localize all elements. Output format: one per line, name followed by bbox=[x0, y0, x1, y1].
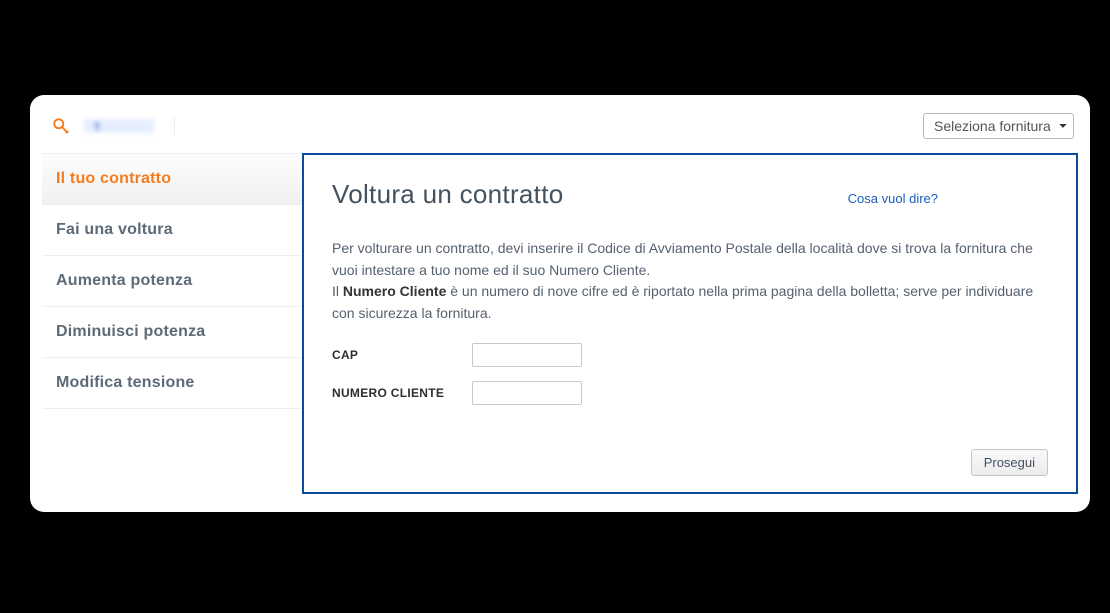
sidebar: Il tuo contratto Fai una voltura Aumenta… bbox=[42, 153, 302, 494]
topbar: 5 Seleziona fornitura bbox=[42, 107, 1078, 153]
continue-button[interactable]: Prosegui bbox=[971, 449, 1048, 476]
help-link[interactable]: Cosa vuol dire? bbox=[848, 191, 938, 206]
numcli-input[interactable] bbox=[472, 381, 582, 405]
sidebar-item-label: Fai una voltura bbox=[56, 221, 173, 238]
sidebar-item-label: Modifica tensione bbox=[56, 374, 195, 391]
panel-footer: Prosegui bbox=[332, 419, 1048, 476]
intro-part2a: Il bbox=[332, 283, 343, 299]
sidebar-item-decrease-power[interactable]: Diminuisci potenza bbox=[42, 307, 302, 358]
panel-header: Voltura un contratto Cosa vuol dire? bbox=[332, 179, 1048, 210]
customer-ref-badge: 5 bbox=[84, 119, 154, 133]
panel-title: Voltura un contratto bbox=[332, 179, 563, 210]
main-layout: Il tuo contratto Fai una voltura Aumenta… bbox=[42, 153, 1078, 494]
cap-input[interactable] bbox=[472, 343, 582, 367]
intro-bold: Numero Cliente bbox=[343, 283, 446, 299]
numcli-label: NUMERO CLIENTE bbox=[332, 386, 472, 400]
sidebar-item-label: Diminuisci potenza bbox=[56, 323, 205, 340]
sidebar-item-increase-power[interactable]: Aumenta potenza bbox=[42, 256, 302, 307]
cap-label: CAP bbox=[332, 348, 472, 362]
app-frame: 5 Seleziona fornitura Il tuo contratto F… bbox=[30, 95, 1090, 512]
sidebar-item-modify-voltage[interactable]: Modifica tensione bbox=[42, 358, 302, 409]
intro-part1: Per volturare un contratto, devi inserir… bbox=[332, 240, 1033, 278]
sidebar-item-label: Il tuo contratto bbox=[56, 170, 171, 187]
topbar-left: 5 bbox=[46, 117, 175, 135]
search-brand-icon bbox=[52, 117, 70, 135]
sidebar-item-voltura[interactable]: Fai una voltura bbox=[42, 205, 302, 256]
sidebar-item-label: Aumenta potenza bbox=[56, 272, 192, 289]
form-row-cap: CAP bbox=[332, 343, 1048, 367]
sidebar-item-contract[interactable]: Il tuo contratto bbox=[42, 153, 302, 205]
main-panel: Voltura un contratto Cosa vuol dire? Per… bbox=[302, 153, 1078, 494]
supply-selector[interactable]: Seleziona fornitura bbox=[923, 113, 1074, 139]
form-row-numcli: NUMERO CLIENTE bbox=[332, 381, 1048, 405]
intro-text: Per volturare un contratto, devi inserir… bbox=[332, 238, 1048, 325]
